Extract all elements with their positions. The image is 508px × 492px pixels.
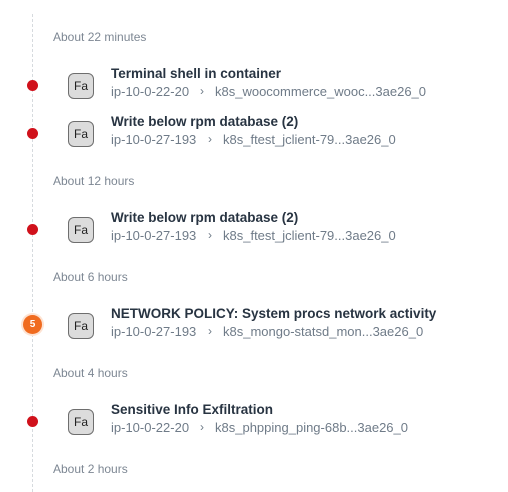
chevron-right-icon: › [200, 84, 204, 98]
chevron-right-icon: › [208, 228, 212, 242]
time-group-label: About 4 hours [53, 366, 128, 380]
event-host: ip-10-0-22-20 [111, 420, 190, 435]
falco-source-badge: Fa [68, 313, 94, 339]
severity-dot [27, 224, 38, 235]
event-row[interactable]: 5 Fa NETWORK POLICY: System procs networ… [0, 306, 508, 346]
falco-source-badge: Fa [68, 217, 94, 243]
event-container: k8s_ftest_jclient-79...3ae26_0 [223, 132, 396, 147]
event-title[interactable]: Sensitive Info Exfiltration [111, 402, 273, 417]
event-host: ip-10-0-27-193 [111, 132, 197, 147]
chevron-right-icon: › [200, 420, 204, 434]
event-container: k8s_woocommerce_wooc...3ae26_0 [215, 84, 427, 99]
time-group-label: About 2 hours [53, 462, 128, 476]
event-row[interactable]: Fa Write below rpm database (2) ip-10-0-… [0, 210, 508, 250]
event-title[interactable]: Terminal shell in container [111, 66, 281, 81]
severity-dot [27, 80, 38, 91]
event-row[interactable]: Fa Sensitive Info Exfiltration ip-10-0-2… [0, 402, 508, 442]
falco-source-badge: Fa [68, 73, 94, 99]
event-container: k8s_mongo-statsd_mon...3ae26_0 [223, 324, 424, 339]
event-title[interactable]: NETWORK POLICY: System procs network act… [111, 306, 436, 321]
time-group-label: About 6 hours [53, 270, 128, 284]
time-group-label: About 12 hours [53, 174, 135, 188]
event-container: k8s_phpping_ping-68b...3ae26_0 [215, 420, 409, 435]
chevron-right-icon: › [208, 132, 212, 146]
event-container: k8s_ftest_jclient-79...3ae26_0 [223, 228, 396, 243]
time-group-label: About 22 minutes [53, 30, 147, 44]
event-row[interactable]: Fa Write below rpm database (2) ip-10-0-… [0, 114, 508, 154]
event-title[interactable]: Write below rpm database (2) [111, 210, 298, 225]
chevron-right-icon: › [208, 324, 212, 338]
falco-source-badge: Fa [68, 121, 94, 147]
severity-dot [27, 416, 38, 427]
events-timeline: About 22 minutes Fa Terminal shell in co… [0, 0, 508, 492]
severity-dot [27, 128, 38, 139]
falco-source-badge: Fa [68, 409, 94, 435]
event-count-badge: 5 [23, 315, 42, 334]
event-row[interactable]: Fa Terminal shell in container ip-10-0-2… [0, 66, 508, 106]
event-title[interactable]: Write below rpm database (2) [111, 114, 298, 129]
event-host: ip-10-0-27-193 [111, 228, 197, 243]
event-host: ip-10-0-22-20 [111, 84, 190, 99]
event-host: ip-10-0-27-193 [111, 324, 197, 339]
